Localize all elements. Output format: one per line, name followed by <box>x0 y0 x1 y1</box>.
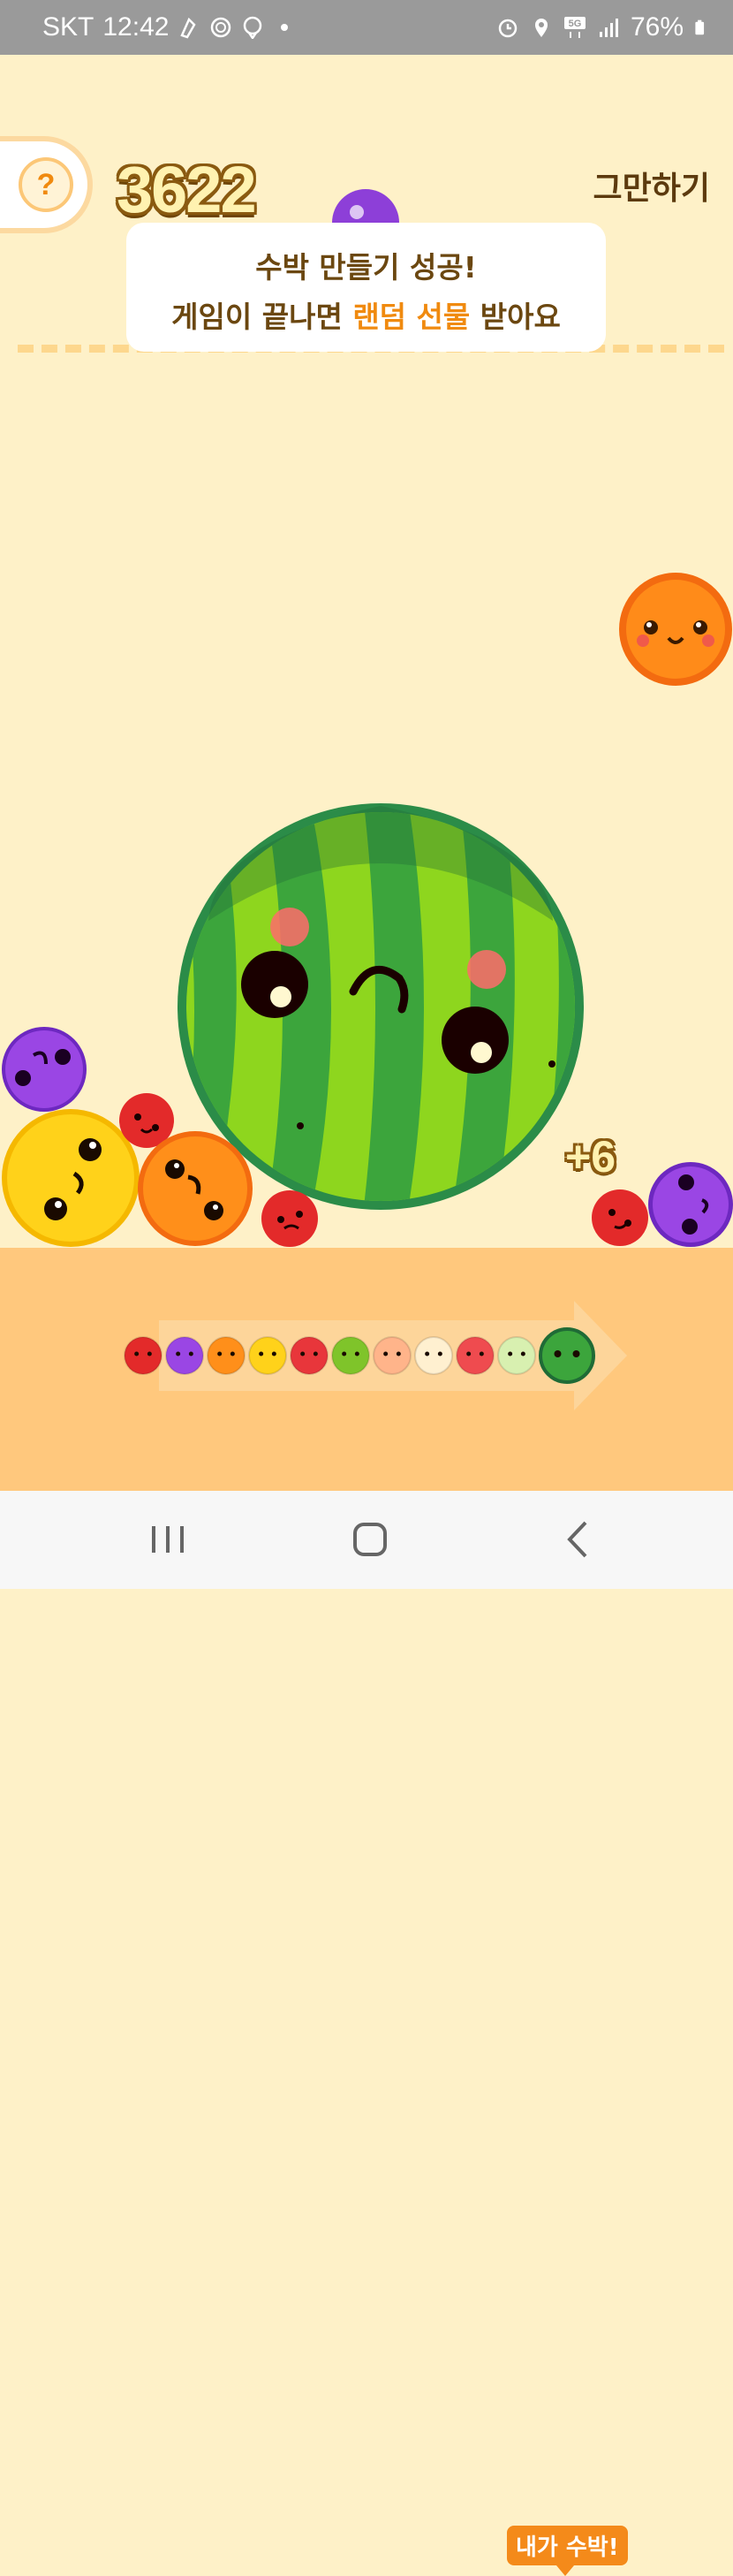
dot-icon <box>281 24 289 31</box>
watermelon-chain-eye <box>572 1350 580 1357</box>
kiwi-chain-eye <box>354 1351 359 1356</box>
grape-chain-icon <box>165 1336 204 1375</box>
kiwi-chain-eye <box>342 1351 347 1356</box>
kiwi-chain-icon <box>331 1336 370 1375</box>
tangerine-fruit <box>138 1131 253 1246</box>
location-icon <box>534 19 548 37</box>
peach-chain-icon <box>373 1336 412 1375</box>
success-toast: 수박 만들기 성공! 게임이 끝나면 랜덤 선물 받아요 <box>126 223 606 352</box>
goal-badge: 내가 수박! <box>507 2526 628 2576</box>
apple-chain-eye <box>300 1351 306 1356</box>
toast-message: 게임이 끝나면 랜덤 선물 받아요 <box>171 300 561 334</box>
alarm-icon <box>498 19 518 38</box>
battery-icon <box>695 19 705 35</box>
recent-apps-button[interactable] <box>141 1517 194 1562</box>
melon-chain-eye <box>520 1351 525 1356</box>
tangerine-chain-icon <box>207 1336 246 1375</box>
cherry-chain-icon <box>124 1336 162 1375</box>
peach-chain-eye <box>383 1351 389 1356</box>
lemon-fruit <box>2 1109 140 1247</box>
evolution-arrow <box>124 1301 627 1410</box>
apple-chain-eye <box>313 1351 318 1356</box>
settings-icon <box>211 17 231 38</box>
system-nav-bar <box>0 1491 733 1589</box>
signal-icon <box>599 19 618 37</box>
fruit-evolution-panel: 내가 수박! <box>0 1248 733 2576</box>
clock: 12:42 <box>102 12 170 42</box>
melon-chain-icon <box>497 1336 536 1375</box>
apple-chain-icon <box>290 1336 329 1375</box>
location-pin-icon <box>244 16 262 39</box>
melon-red-chain-eye <box>479 1351 484 1356</box>
lemon-chain-eye <box>271 1351 276 1356</box>
pear-chain-eye <box>425 1351 430 1356</box>
cherry-fruit <box>592 1189 648 1246</box>
kakao-icon <box>180 17 196 39</box>
toast-highlight: 랜덤 선물 <box>352 300 471 334</box>
lemon-chain-eye <box>259 1351 264 1356</box>
melon-red-chain-eye <box>466 1351 472 1356</box>
carrier-label: SKT <box>42 12 94 42</box>
grape-fruit <box>2 1027 87 1112</box>
svg-text:5G: 5G <box>569 19 582 29</box>
cherry-chain-eye <box>134 1351 140 1356</box>
grape-fruit <box>648 1162 733 1247</box>
battery-percent: 76% <box>630 12 684 42</box>
tangerine-chain-eye <box>230 1351 235 1356</box>
melon-chain-eye <box>508 1351 513 1356</box>
peach-chain-eye <box>396 1351 401 1356</box>
watermelon-chain-eye <box>554 1350 562 1357</box>
game-board[interactable]: ? 3622 그만하기 수박 만들기 성공! 게임이 끝나면 랜덤 선물 받아요… <box>0 55 733 1248</box>
tangerine-chain-eye <box>217 1351 223 1356</box>
pear-chain-eye <box>437 1351 442 1356</box>
5g-icon: 5G <box>563 17 586 38</box>
watermelon-chain-icon <box>539 1327 595 1384</box>
back-button[interactable] <box>552 1517 605 1562</box>
bonus-popup: +6 <box>565 1132 616 1182</box>
tangerine-fruit <box>619 573 732 686</box>
status-bar: SKT 12:42 5G 76% <box>0 0 733 55</box>
toast-title: 수박 만들기 성공! <box>255 250 477 285</box>
lemon-chain-icon <box>248 1336 287 1375</box>
grape-chain-eye <box>176 1351 181 1356</box>
melon-red-chain-icon <box>456 1336 495 1375</box>
cherry-chain-eye <box>147 1351 152 1356</box>
grape-chain-eye <box>188 1351 193 1356</box>
pear-chain-icon <box>414 1336 453 1375</box>
cherry-fruit <box>261 1190 318 1247</box>
home-button[interactable] <box>344 1517 397 1562</box>
